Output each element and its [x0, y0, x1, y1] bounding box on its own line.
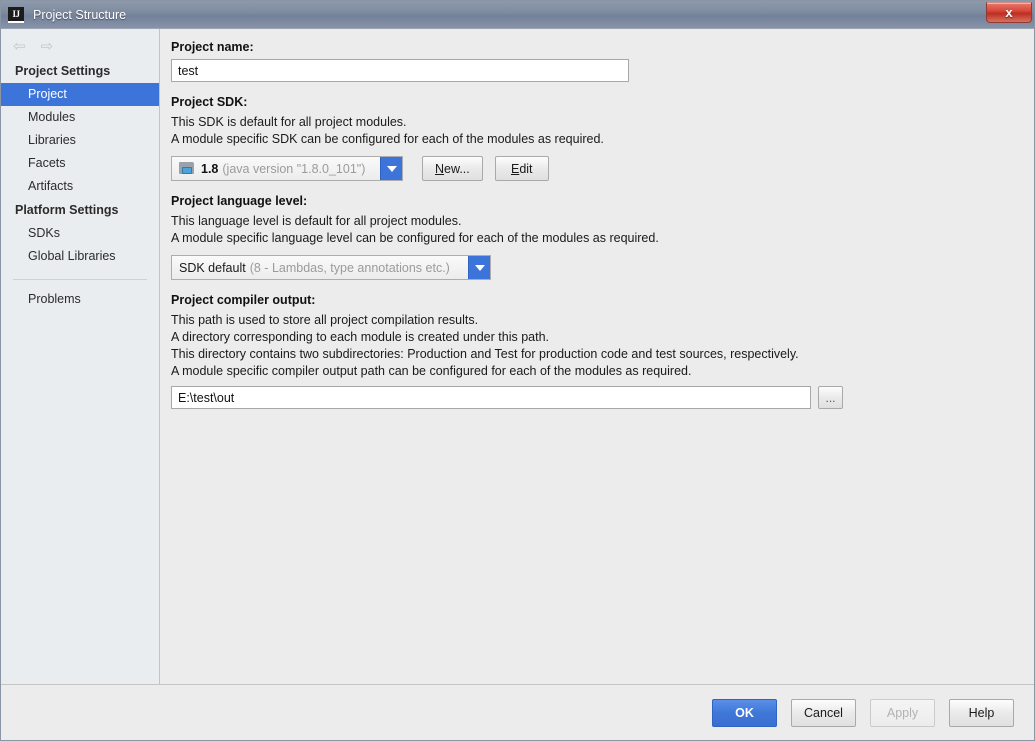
arrow-right-icon[interactable]: ⇨ — [41, 39, 54, 54]
sidebar-item-problems[interactable]: Problems — [1, 288, 159, 311]
cancel-button[interactable]: Cancel — [791, 698, 856, 727]
language-level-section: Project language level: This language le… — [171, 193, 1020, 280]
compiler-output-section: Project compiler output: This path is us… — [171, 292, 1020, 409]
edit-sdk-button-label: dit — [519, 161, 533, 176]
window-title: Project Structure — [33, 7, 127, 22]
sidebar-item-modules[interactable]: Modules — [1, 106, 159, 129]
settings-sidebar: ⇦ ⇨ Project Settings Project Modules Lib… — [1, 29, 160, 684]
language-level-desc-2: A module specific language level can be … — [171, 231, 659, 245]
ok-button[interactable]: OK — [712, 698, 777, 727]
project-sdk-section: Project SDK: This SDK is default for all… — [171, 94, 1020, 181]
settings-content-panel: Project name: test Project SDK: This SDK… — [160, 29, 1034, 684]
compiler-output-desc-2: A directory corresponding to each module… — [171, 330, 549, 344]
arrow-left-icon[interactable]: ⇦ — [13, 39, 26, 54]
language-level-dropdown-value: SDK default (8 - Lambdas, type annotatio… — [172, 256, 468, 279]
intellij-app-icon: IJ — [8, 6, 24, 23]
project-sdk-dropdown[interactable]: 1.8 (java version "1.8.0_101") — [171, 156, 403, 181]
project-sdk-desc-2: A module specific SDK can be configured … — [171, 132, 604, 146]
dialog-button-bar: OK Cancel Apply Help — [1, 684, 1034, 740]
language-level-desc-1: This language level is default for all p… — [171, 214, 462, 228]
project-name-label: Project name: — [171, 40, 254, 54]
sidebar-nav-arrows: ⇦ ⇨ — [1, 33, 159, 59]
language-level-value: SDK default — [179, 260, 246, 275]
language-level-controls-row: SDK default (8 - Lambdas, type annotatio… — [171, 255, 1020, 280]
language-level-label: Project language level: — [171, 194, 308, 208]
project-sdk-label: Project SDK: — [171, 95, 248, 109]
help-button[interactable]: Help — [949, 698, 1014, 727]
project-sdk-dropdown-value: 1.8 (java version "1.8.0_101") — [172, 157, 380, 180]
project-name-input[interactable]: test — [171, 59, 629, 82]
project-sdk-version: 1.8 — [201, 161, 219, 176]
sidebar-item-artifacts[interactable]: Artifacts — [1, 175, 159, 198]
sidebar-group-platform-settings: Platform Settings — [15, 203, 119, 217]
compiler-output-label: Project compiler output: — [171, 293, 316, 307]
title-bar: IJ Project Structure x — [1, 1, 1034, 29]
dialog-body: ⇦ ⇨ Project Settings Project Modules Lib… — [1, 29, 1034, 684]
close-icon: x — [1005, 5, 1013, 20]
new-sdk-button-label: ew... — [444, 161, 470, 176]
compiler-output-desc-3: This directory contains two subdirectori… — [171, 347, 799, 361]
sidebar-item-global-libraries[interactable]: Global Libraries — [1, 245, 159, 268]
compiler-output-desc-4: A module specific compiler output path c… — [171, 364, 692, 378]
edit-sdk-button-mnemonic: E — [510, 161, 520, 176]
compiler-output-desc-1: This path is used to store all project c… — [171, 313, 479, 327]
jdk-icon — [179, 161, 195, 176]
sidebar-item-project[interactable]: Project — [1, 83, 159, 106]
project-sdk-controls-row: 1.8 (java version "1.8.0_101") New... Ed… — [171, 156, 1020, 181]
project-sdk-detail: (java version "1.8.0_101") — [222, 161, 366, 176]
sidebar-group-project-settings: Project Settings — [15, 64, 111, 78]
chevron-down-icon[interactable] — [468, 256, 490, 279]
chevron-down-icon[interactable] — [380, 157, 402, 180]
close-button[interactable]: x — [986, 2, 1032, 23]
language-level-dropdown[interactable]: SDK default (8 - Lambdas, type annotatio… — [171, 255, 491, 280]
new-sdk-button-mnemonic: N — [435, 161, 445, 176]
new-sdk-button[interactable]: New... — [422, 156, 483, 181]
sidebar-item-facets[interactable]: Facets — [1, 152, 159, 175]
project-sdk-desc-1: This SDK is default for all project modu… — [171, 115, 407, 129]
compiler-output-path-input[interactable]: E:\test\out — [171, 386, 811, 409]
sidebar-divider — [13, 279, 147, 280]
project-name-section: Project name: test — [171, 39, 1020, 82]
browse-folder-button[interactable]: ... — [818, 386, 843, 409]
sidebar-item-libraries[interactable]: Libraries — [1, 129, 159, 152]
project-structure-dialog: IJ Project Structure x ⇦ ⇨ Project Setti… — [0, 0, 1035, 741]
language-level-detail: (8 - Lambdas, type annotations etc.) — [249, 260, 450, 275]
apply-button: Apply — [870, 698, 935, 727]
sidebar-item-sdks[interactable]: SDKs — [1, 222, 159, 245]
edit-sdk-button[interactable]: Edit — [494, 156, 549, 181]
compiler-output-path-row: E:\test\out ... — [171, 386, 1020, 409]
